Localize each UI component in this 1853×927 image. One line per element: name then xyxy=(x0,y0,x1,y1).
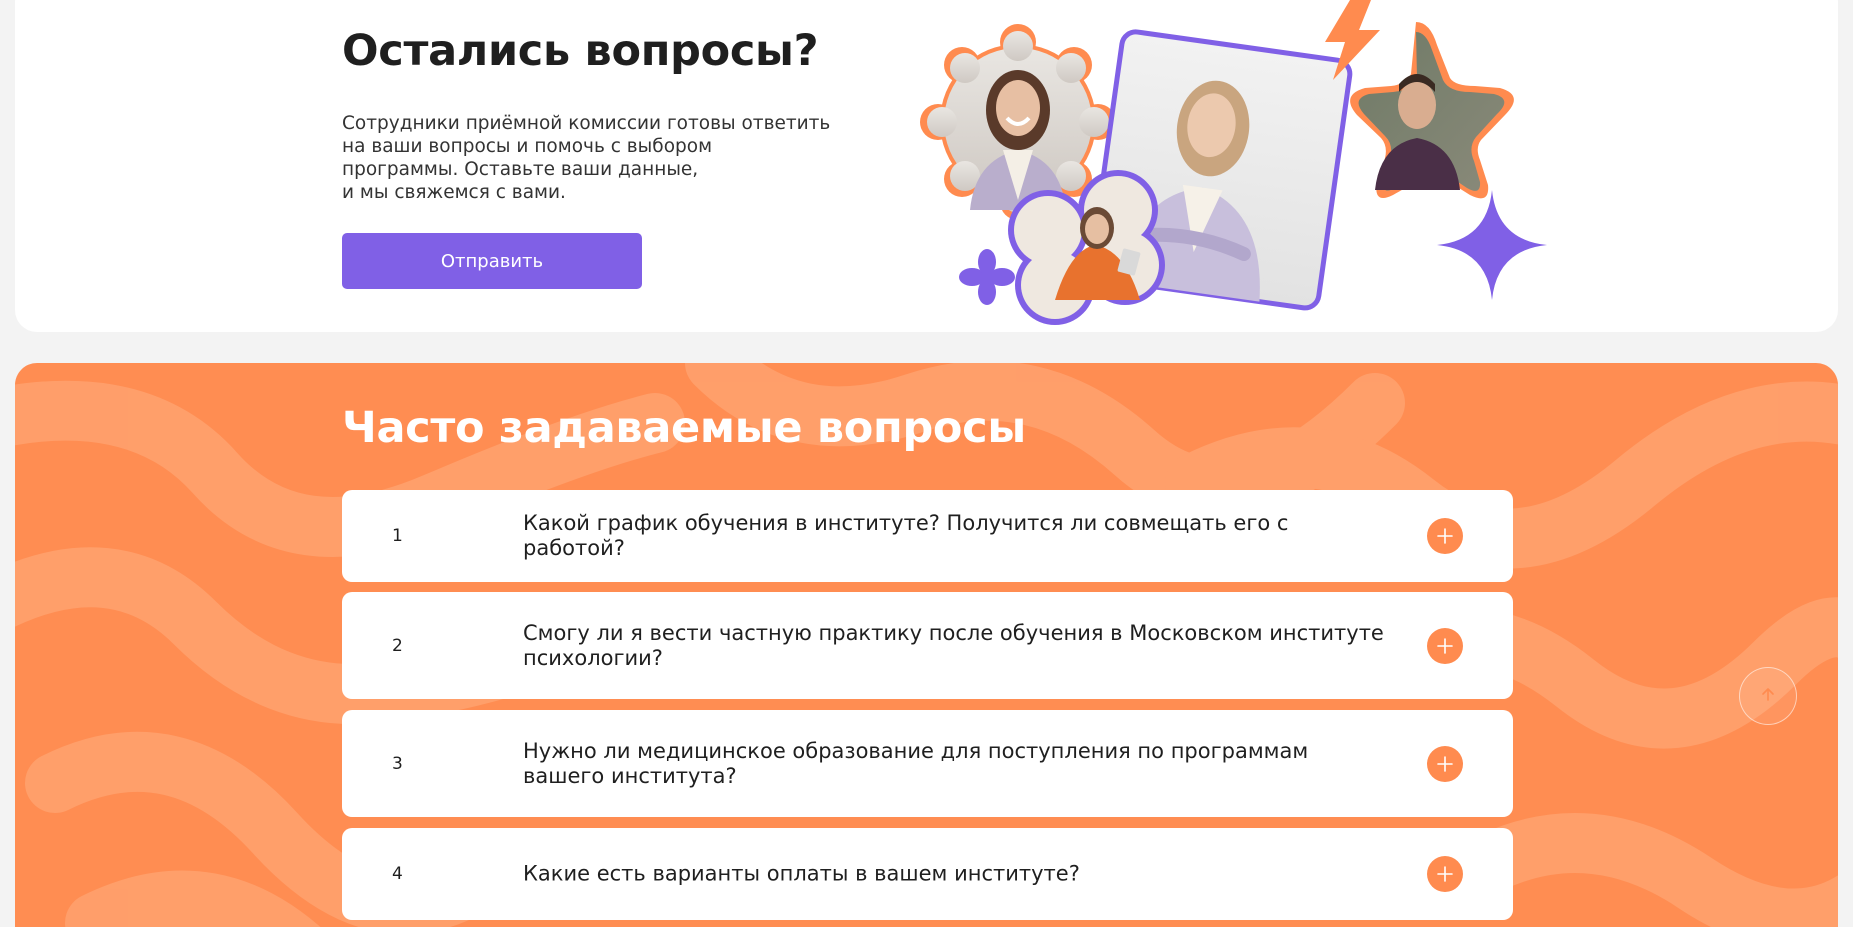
faq-item-number: 2 xyxy=(392,635,403,656)
faq-item[interactable]: 3 Нужно ли медицинское образование для п… xyxy=(342,710,1513,817)
scroll-to-top-button[interactable] xyxy=(1739,667,1797,725)
contact-description-line: программы. Оставьте ваши данные, xyxy=(342,159,699,180)
faq-item-number: 4 xyxy=(392,864,403,884)
contact-description-line: и мы свяжемся с вами. xyxy=(342,182,566,203)
contact-description-line: Сотрудники приёмной комиссии готовы отве… xyxy=(342,113,831,134)
faq-title: Часто задаваемые вопросы xyxy=(342,403,1026,453)
faq-item-question: Смогу ли я вести частную практику после … xyxy=(523,620,1384,670)
faq-section: Часто задаваемые вопросы 1 Какой график … xyxy=(15,363,1838,927)
faq-item-number: 1 xyxy=(392,526,403,546)
flower-icon xyxy=(959,249,1015,305)
staff-photo-collage xyxy=(885,0,1555,330)
contact-description-line: на ваши вопросы и помочь с выбором xyxy=(342,136,713,157)
faq-item-question: Какие есть варианты оплаты в вашем инсти… xyxy=(523,861,1080,886)
faq-item[interactable]: 1 Какой график обучения в институте? Пол… xyxy=(342,490,1513,582)
faq-item-question: Какой график обучения в институте? Получ… xyxy=(523,511,1289,560)
faq-item[interactable]: 4 Какие есть варианты оплаты в вашем инс… xyxy=(342,828,1513,920)
contact-title: Остались вопросы? xyxy=(342,26,819,76)
faq-item[interactable]: 2 Смогу ли я вести частную практику посл… xyxy=(342,592,1513,699)
plus-icon[interactable] xyxy=(1427,745,1463,782)
faq-item-number: 3 xyxy=(392,753,403,774)
arrow-up-icon xyxy=(1760,686,1776,706)
plus-icon[interactable] xyxy=(1427,518,1463,554)
star-photo-frame xyxy=(1350,22,1514,199)
submit-button[interactable]: Отправить xyxy=(342,233,642,289)
contact-description: Сотрудники приёмной комиссии готовы отве… xyxy=(342,112,842,204)
faq-item-question: Нужно ли медицинское образование для пос… xyxy=(523,738,1309,788)
plus-icon[interactable] xyxy=(1427,627,1463,664)
plus-icon[interactable] xyxy=(1427,856,1463,892)
sparkle-star-icon xyxy=(1437,190,1547,300)
